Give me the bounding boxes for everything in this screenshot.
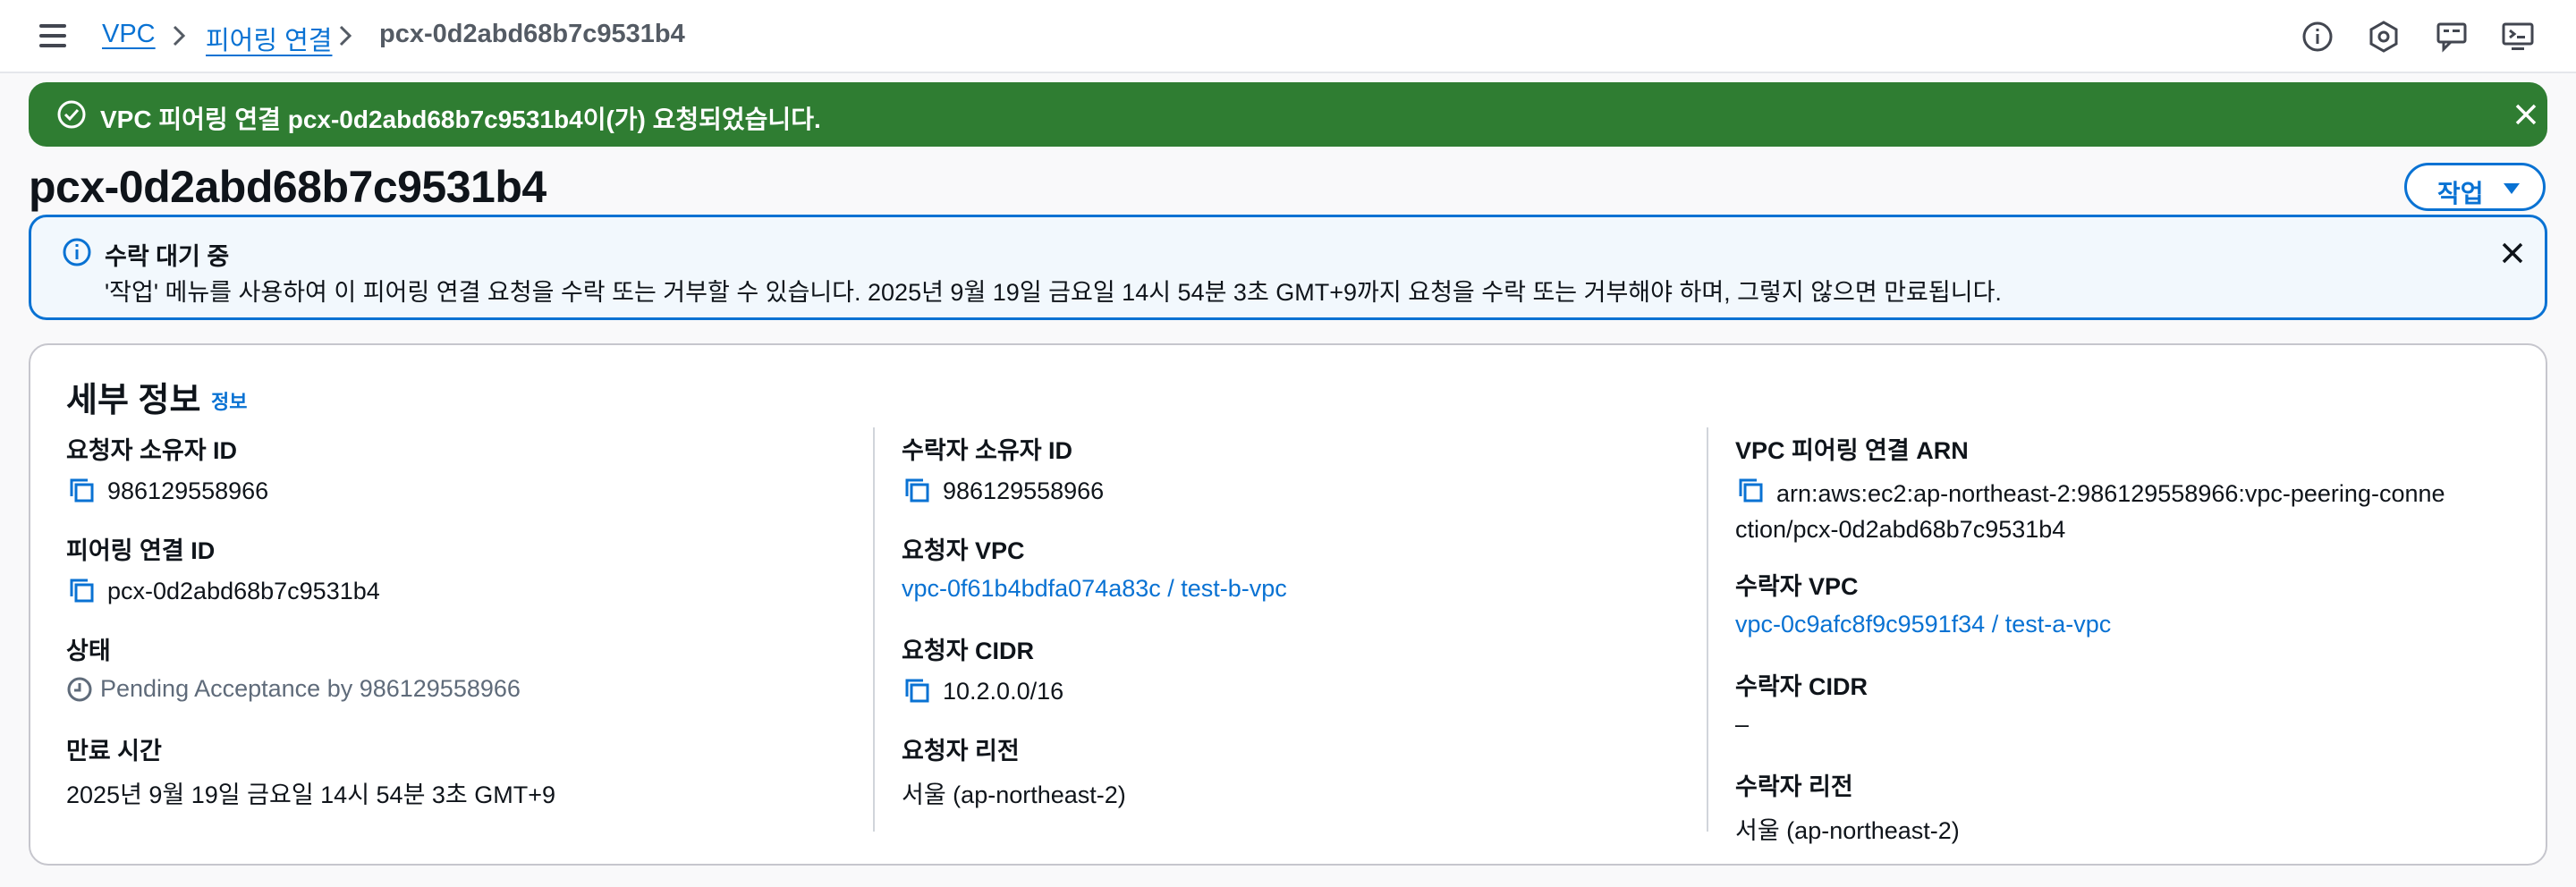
success-flash: VPC 피어링 연결 pcx-0d2abd68b7c9531b4이(가) 요청되… [29, 82, 2547, 147]
field-label: 수락자 CIDR [1735, 673, 1868, 700]
close-icon[interactable] [2498, 239, 2527, 267]
field-value: 서울 (ap-northeast-2) [1735, 817, 1960, 844]
field-value: pcx-0d2abd68b7c9531b4 [107, 577, 380, 604]
copy-icon[interactable] [1735, 475, 1767, 507]
copy-icon[interactable] [66, 575, 98, 607]
actions-dropdown-button[interactable]: 작업 [2404, 163, 2546, 211]
field-label: 만료 시간 [66, 738, 162, 765]
page-title: pcx-0d2abd68b7c9531b4 [29, 162, 547, 212]
field-label: 요청자 소유자 ID [66, 437, 238, 464]
requester-vpc-field: 요청자 VPC vpc-0f61b4bdfa074a83c / test-b-v… [902, 531, 1287, 603]
menu-icon[interactable] [39, 24, 66, 47]
copy-icon[interactable] [902, 475, 934, 507]
requester-owner-field: 요청자 소유자 ID 986129558966 [66, 431, 268, 507]
expiration-field: 만료 시간 2025년 9월 19일 금요일 14시 54분 3초 GMT+9 [66, 731, 555, 810]
console-icon[interactable] [2499, 18, 2537, 55]
copy-icon[interactable] [66, 475, 98, 507]
requester-vpc-link[interactable]: vpc-0f61b4bdfa074a83c / test-b-vpc [902, 575, 1287, 603]
accepter-region-field: 수락자 리전 서울 (ap-northeast-2) [1735, 767, 1960, 846]
breadcrumb-peering-connections[interactable]: 피어링 연결 [206, 20, 332, 57]
field-value: 2025년 9월 19일 금요일 14시 54분 3초 GMT+9 [66, 781, 556, 808]
breadcrumb-current: pcx-0d2abd68b7c9531b4 [379, 20, 685, 48]
field-label: 수락자 VPC [1735, 573, 1859, 600]
info-link[interactable]: 정보 [211, 386, 247, 415]
field-label: 요청자 리전 [902, 738, 1020, 765]
alert-body: '작업' 메뉴를 사용하여 이 피어링 연결 요청을 수락 또는 거부할 수 있… [105, 279, 2002, 306]
accepter-vpc-field: 수락자 VPC vpc-0c9afc8f9c9591f34 / test-a-v… [1735, 567, 2111, 638]
status-field: 상태 Pending Acceptance by 986129558966 [66, 631, 521, 703]
copy-icon[interactable] [902, 675, 934, 707]
chevron-right-icon [173, 25, 186, 46]
arn-value: arn:aws:ec2:ap-northeast-2:986129558966:… [1735, 480, 2445, 543]
feedback-icon[interactable] [2433, 18, 2470, 55]
breadcrumb-vpc[interactable]: VPC [102, 20, 156, 49]
requester-cidr-field: 요청자 CIDR 10.2.0.0/16 [902, 631, 1063, 707]
field-label: 요청자 CIDR [902, 638, 1035, 664]
clock-icon [67, 677, 92, 701]
field-label: 요청자 VPC [902, 537, 1025, 564]
field-value: – [1735, 711, 1750, 738]
field-label: 피어링 연결 ID [66, 537, 216, 564]
status-value: Pending Acceptance by 986129558966 [100, 675, 521, 702]
field-label: 수락자 소유자 ID [902, 437, 1073, 464]
field-label: 수락자 리전 [1735, 773, 1853, 800]
info-icon [63, 238, 91, 266]
column-divider [873, 427, 875, 832]
top-navigation-bar: VPC 피어링 연결 pcx-0d2abd68b7c9531b4 [0, 0, 2576, 73]
caret-down-icon [2504, 183, 2520, 194]
flash-peering-id: pcx-0d2abd68b7c9531b4 [287, 106, 583, 133]
details-panel: 세부 정보 정보 요청자 소유자 ID 986129558966 피어링 연결 … [29, 343, 2547, 866]
info-icon[interactable] [2299, 18, 2336, 55]
requester-region-field: 요청자 리전 서울 (ap-northeast-2) [902, 731, 1126, 810]
chevron-right-icon [339, 25, 352, 46]
accepter-vpc-link[interactable]: vpc-0c9afc8f9c9591f34 / test-a-vpc [1735, 611, 2111, 638]
actions-label: 작업 [2437, 180, 2484, 207]
column-divider [1707, 427, 1708, 832]
field-value: 986129558966 [107, 477, 269, 504]
accepter-cidr-field: 수락자 CIDR – [1735, 667, 1868, 739]
details-title: 세부 정보 [66, 382, 201, 419]
peering-id-field: 피어링 연결 ID pcx-0d2abd68b7c9531b4 [66, 531, 380, 607]
field-value: 986129558966 [943, 477, 1105, 504]
flash-message: VPC 피어링 연결 pcx-0d2abd68b7c9531b4이(가) 요청되… [100, 106, 821, 133]
close-icon[interactable] [2512, 100, 2540, 129]
alert-title: 수락 대기 중 [105, 243, 230, 270]
pending-acceptance-alert: 수락 대기 중 '작업' 메뉴를 사용하여 이 피어링 연결 요청을 수락 또는… [29, 215, 2547, 320]
check-circle-icon [57, 100, 86, 129]
field-label: 상태 [66, 638, 111, 664]
field-label: VPC 피어링 연결 ARN [1735, 437, 1969, 464]
settings-hex-icon[interactable] [2365, 18, 2402, 55]
field-value: 서울 (ap-northeast-2) [902, 781, 1126, 808]
accepter-owner-field: 수락자 소유자 ID 986129558966 [902, 431, 1104, 507]
field-value: 10.2.0.0/16 [943, 677, 1064, 705]
arn-field: VPC 피어링 연결 ARN arn:aws:ec2:ap-northeast-… [1735, 431, 2451, 547]
